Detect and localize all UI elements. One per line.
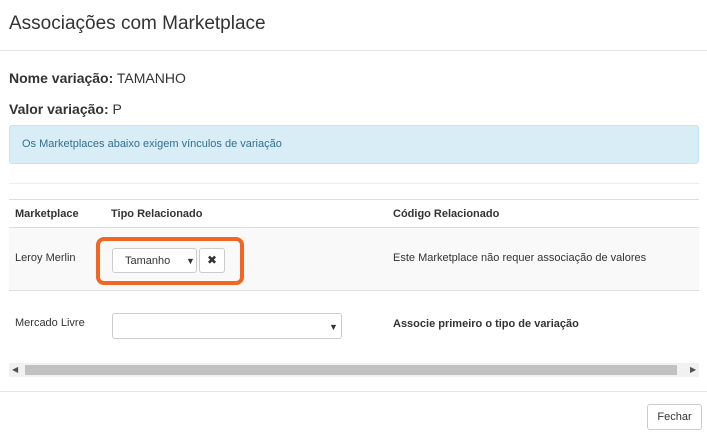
variation-name-line: Nome variação: TAMANHO [9, 70, 186, 86]
marketplace-name: Leroy Merlin [15, 252, 76, 264]
codigo-text: Associe primeiro o tipo de variação [393, 318, 579, 330]
table-row: Mercado Livre ▼ Associe primeiro o tipo … [9, 291, 699, 356]
close-icon: ✖ [206, 253, 218, 267]
table-header-row: Marketplace Tipo Relacionado Código Rela… [9, 199, 699, 228]
tipo-select[interactable]: ▼ [112, 313, 342, 339]
tipo-select[interactable]: Tamanho ▼ [112, 248, 197, 273]
clear-button[interactable]: ✖ [199, 248, 225, 273]
codigo-text: Este Marketplace não requer associação d… [393, 252, 647, 264]
table-row: Leroy Merlin Tamanho ▼ ✖ Este Marketplac… [9, 228, 699, 291]
horizontal-scrollbar[interactable]: ◀ ▶ [9, 363, 699, 377]
marketplace-name: Mercado Livre [15, 317, 85, 329]
variation-name-label: Nome variação: [9, 70, 114, 86]
variation-value-label: Valor variação: [9, 101, 109, 117]
tipo-select-value: Tamanho [125, 255, 171, 267]
section-divider [9, 183, 699, 184]
modal-title: Associações com Marketplace [9, 13, 266, 34]
header-divider [0, 50, 707, 51]
header-codigo-relacionado: Código Relacionado [393, 208, 500, 220]
header-tipo-relacionado: Tipo Relacionado [111, 208, 203, 220]
header-marketplace: Marketplace [15, 208, 79, 220]
scroll-thumb[interactable] [25, 365, 677, 375]
scroll-right-icon[interactable]: ▶ [690, 365, 696, 374]
close-button[interactable]: Fechar [647, 404, 702, 430]
caret-down-icon: ▼ [186, 256, 195, 266]
variation-name-value: TAMANHO [116, 70, 186, 86]
caret-down-icon: ▼ [329, 322, 338, 332]
info-alert: Os Marketplaces abaixo exigem vínculos d… [9, 125, 699, 164]
footer-divider [0, 391, 707, 392]
variation-value-value: P [112, 101, 122, 117]
scroll-left-icon[interactable]: ◀ [12, 365, 18, 374]
variation-value-line: Valor variação: P [9, 101, 122, 117]
